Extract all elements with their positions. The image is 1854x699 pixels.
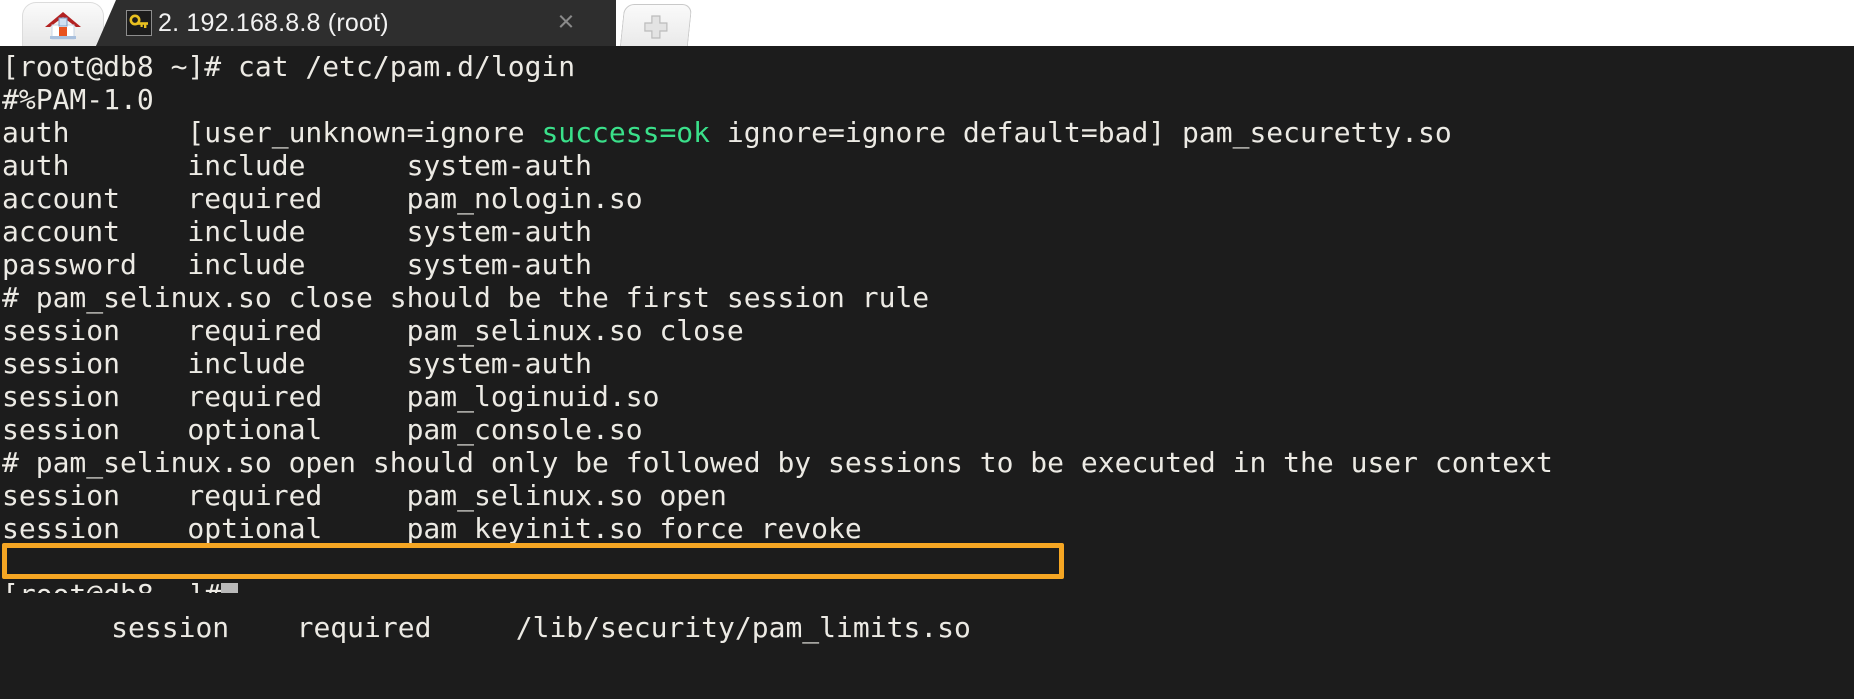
terminal-line: auth include system-auth (2, 149, 593, 182)
highlighted-terminal-line: session required /lib/security/pam_limit… (2, 543, 1854, 644)
highlighted-line-text: session required /lib/security/pam_limit… (111, 611, 971, 644)
terminal-tab[interactable]: 2. 192.168.8.8 (root) × (96, 0, 616, 46)
terminal-line: account include system-auth (2, 215, 593, 248)
line-segment: ignore=ignore default=bad] pam_securetty… (710, 116, 1452, 149)
terminal-line: session required pam_selinux.so close (2, 314, 744, 347)
terminal-line: session optional pam_keyinit.so force re… (2, 512, 862, 545)
terminal-line: password include system-auth (2, 248, 593, 281)
terminal-line: session required pam_selinux.so open (2, 479, 727, 512)
line-segment: auth [user_unknown=ignore (2, 116, 542, 149)
plus-icon (643, 14, 669, 40)
terminal-screen[interactable]: [root@db8 ~]# cat /etc/pam.d/login #%PAM… (0, 46, 1854, 699)
home-tab[interactable] (22, 2, 104, 46)
terminal-line: session optional pam_console.so (2, 413, 643, 446)
tab-bar: 2. 192.168.8.8 (root) × (0, 0, 1854, 46)
key-icon (126, 10, 152, 36)
terminal-line: account required pam_nologin.so (2, 182, 643, 215)
cursor-block (221, 583, 239, 593)
terminal-line: # pam_selinux.so open should only be fol… (2, 446, 1553, 479)
highlight-box (2, 543, 1064, 579)
tab-title: 2. 192.168.8.8 (root) (158, 8, 389, 37)
terminal-output: [root@db8 ~]# cat /etc/pam.d/login #%PAM… (2, 50, 1854, 644)
terminal-line: # pam_selinux.so close should be the fir… (2, 281, 930, 314)
terminal-prompt-line: [root@db8 ~]# cat /etc/pam.d/login (2, 50, 576, 83)
terminal-line: session required pam_loginuid.so (2, 380, 660, 413)
line-segment-green: success=ok (541, 116, 711, 149)
new-tab-button[interactable] (619, 4, 693, 46)
terminal-line-colored: auth [user_unknown=ignore success=ok ign… (2, 116, 1854, 149)
home-icon (43, 7, 83, 45)
terminal-line: session include system-auth (2, 347, 593, 380)
close-icon[interactable]: × (552, 8, 580, 37)
terminal-bottom-prompt: [root@db8 ~]# (2, 578, 1854, 593)
terminal-line: #%PAM-1.0 (2, 83, 154, 116)
